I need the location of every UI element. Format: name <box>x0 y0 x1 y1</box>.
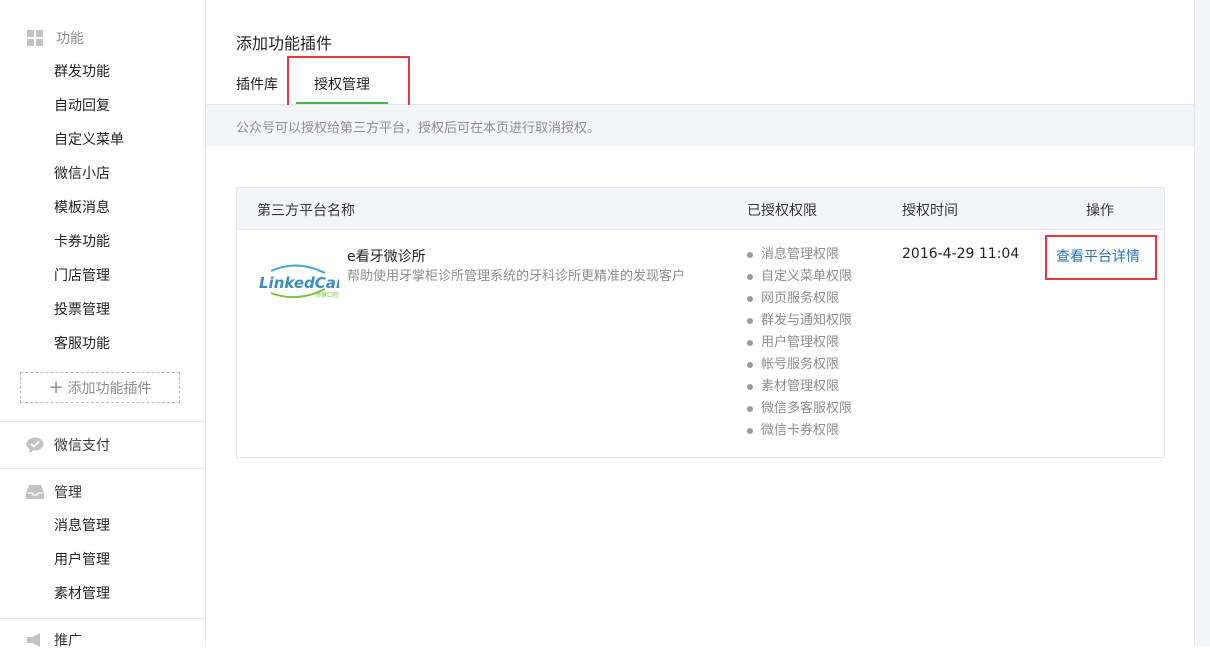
sidebar-divider <box>0 421 205 422</box>
sidebar-item-customer-service[interactable]: 客服功能 <box>54 334 110 354</box>
permission-label: 用户管理权限 <box>761 335 840 350</box>
grid-icon <box>26 29 44 47</box>
plus-icon: + <box>48 376 64 398</box>
bullet-icon <box>747 362 753 368</box>
platform-name: e看牙微诊所 <box>347 249 426 265</box>
page-title: 添加功能插件 <box>236 34 333 53</box>
logo-subtext: 领健口腔 <box>315 291 339 299</box>
add-plugin-button[interactable]: + 添加功能插件 <box>20 372 180 403</box>
sidebar-divider <box>0 468 205 469</box>
notice-bar: 公众号可以授权给第三方平台，授权后可在本页进行取消授权。 <box>206 105 1194 146</box>
sidebar-item-vote-management[interactable]: 投票管理 <box>54 300 110 320</box>
permission-label: 网页服务权限 <box>761 291 840 306</box>
notice-text: 公众号可以授权给第三方平台，授权后可在本页进行取消授权。 <box>236 121 601 136</box>
wechat-pay-icon <box>26 436 44 454</box>
list-item: 帐号服务权限 <box>747 354 852 376</box>
sidebar-section-label: 功能 <box>56 31 84 47</box>
permission-label: 微信卡券权限 <box>761 423 840 438</box>
sidebar-item-user-management[interactable]: 用户管理 <box>54 550 110 570</box>
page-background <box>1195 0 1210 646</box>
permission-label: 素材管理权限 <box>761 379 840 394</box>
list-item: 群发与通知权限 <box>747 310 852 332</box>
sidebar-item-card-coupon[interactable]: 卡券功能 <box>54 232 110 252</box>
sidebar-item-custom-menu[interactable]: 自定义菜单 <box>54 130 124 150</box>
bullet-icon <box>747 274 753 280</box>
sidebar-section-label: 微信支付 <box>54 438 110 454</box>
permission-label: 微信多客服权限 <box>761 401 853 416</box>
sidebar: 功能 群发功能 自动回复 自定义菜单 微信小店 模板消息 卡券功能 门店管理 投… <box>0 0 206 649</box>
permission-label: 群发与通知权限 <box>761 313 853 328</box>
list-item: 消息管理权限 <box>747 244 852 266</box>
sidebar-item-mass-send[interactable]: 群发功能 <box>54 62 110 82</box>
permission-label: 自定义菜单权限 <box>761 269 853 284</box>
list-item: 自定义菜单权限 <box>747 266 852 288</box>
highlight-box-action <box>1045 235 1157 280</box>
logo-wordmark: LinkedCare <box>259 274 339 292</box>
bullet-icon <box>747 406 753 412</box>
sidebar-divider <box>0 618 205 619</box>
sidebar-item-material-management[interactable]: 素材管理 <box>54 584 110 604</box>
bullet-icon <box>747 384 753 390</box>
add-plugin-label: 添加功能插件 <box>67 380 152 397</box>
sidebar-item-template-message[interactable]: 模板消息 <box>54 198 110 218</box>
permission-label: 消息管理权限 <box>761 247 840 262</box>
inbox-icon <box>26 483 44 501</box>
list-item: 用户管理权限 <box>747 332 852 354</box>
column-header-permissions: 已授权权限 <box>747 203 817 219</box>
tab-plugin-library[interactable]: 插件库 <box>236 74 278 94</box>
list-item: 网页服务权限 <box>747 288 852 310</box>
sidebar-item-auto-reply[interactable]: 自动回复 <box>54 96 110 116</box>
auth-time: 2016-4-29 11:04 <box>902 246 1020 262</box>
bullet-icon <box>747 340 753 346</box>
bullet-icon <box>747 252 753 258</box>
authorization-table: 第三方平台名称 已授权权限 授权时间 操作 LinkedCare 领健口腔 e看… <box>236 187 1165 458</box>
sidebar-section-label: 管理 <box>54 485 82 501</box>
column-header-platform-name: 第三方平台名称 <box>257 203 355 219</box>
list-item: 微信卡券权限 <box>747 420 852 442</box>
permission-label: 帐号服务权限 <box>761 357 840 372</box>
platform-logo: LinkedCare 领健口腔 <box>257 263 353 303</box>
list-item: 微信多客服权限 <box>747 398 852 420</box>
sidebar-section-promotion[interactable]: 推广 <box>26 630 82 650</box>
sidebar-item-store-management[interactable]: 门店管理 <box>54 266 110 286</box>
platform-description: 帮助使用牙掌柜诊所管理系统的牙科诊所更精准的发现客户 <box>347 269 686 284</box>
megaphone-icon <box>26 631 44 649</box>
column-header-action: 操作 <box>1086 203 1114 219</box>
sidebar-section-wechat-pay[interactable]: 微信支付 <box>26 435 110 455</box>
sidebar-section-label: 推广 <box>54 633 82 649</box>
bullet-icon <box>747 296 753 302</box>
sidebar-item-wechat-shop[interactable]: 微信小店 <box>54 164 110 184</box>
table-header: 第三方平台名称 已授权权限 授权时间 操作 <box>237 188 1164 230</box>
bullet-icon <box>747 428 753 434</box>
sidebar-section-function[interactable]: 功能 <box>26 28 84 48</box>
list-item: 素材管理权限 <box>747 376 852 398</box>
sidebar-section-manage[interactable]: 管理 <box>26 482 82 502</box>
bullet-icon <box>747 318 753 324</box>
permission-list: 消息管理权限 自定义菜单权限 网页服务权限 群发与通知权限 用户管理权限 帐号服… <box>747 244 852 442</box>
sidebar-item-message-management[interactable]: 消息管理 <box>54 516 110 536</box>
column-header-auth-time: 授权时间 <box>902 203 958 219</box>
